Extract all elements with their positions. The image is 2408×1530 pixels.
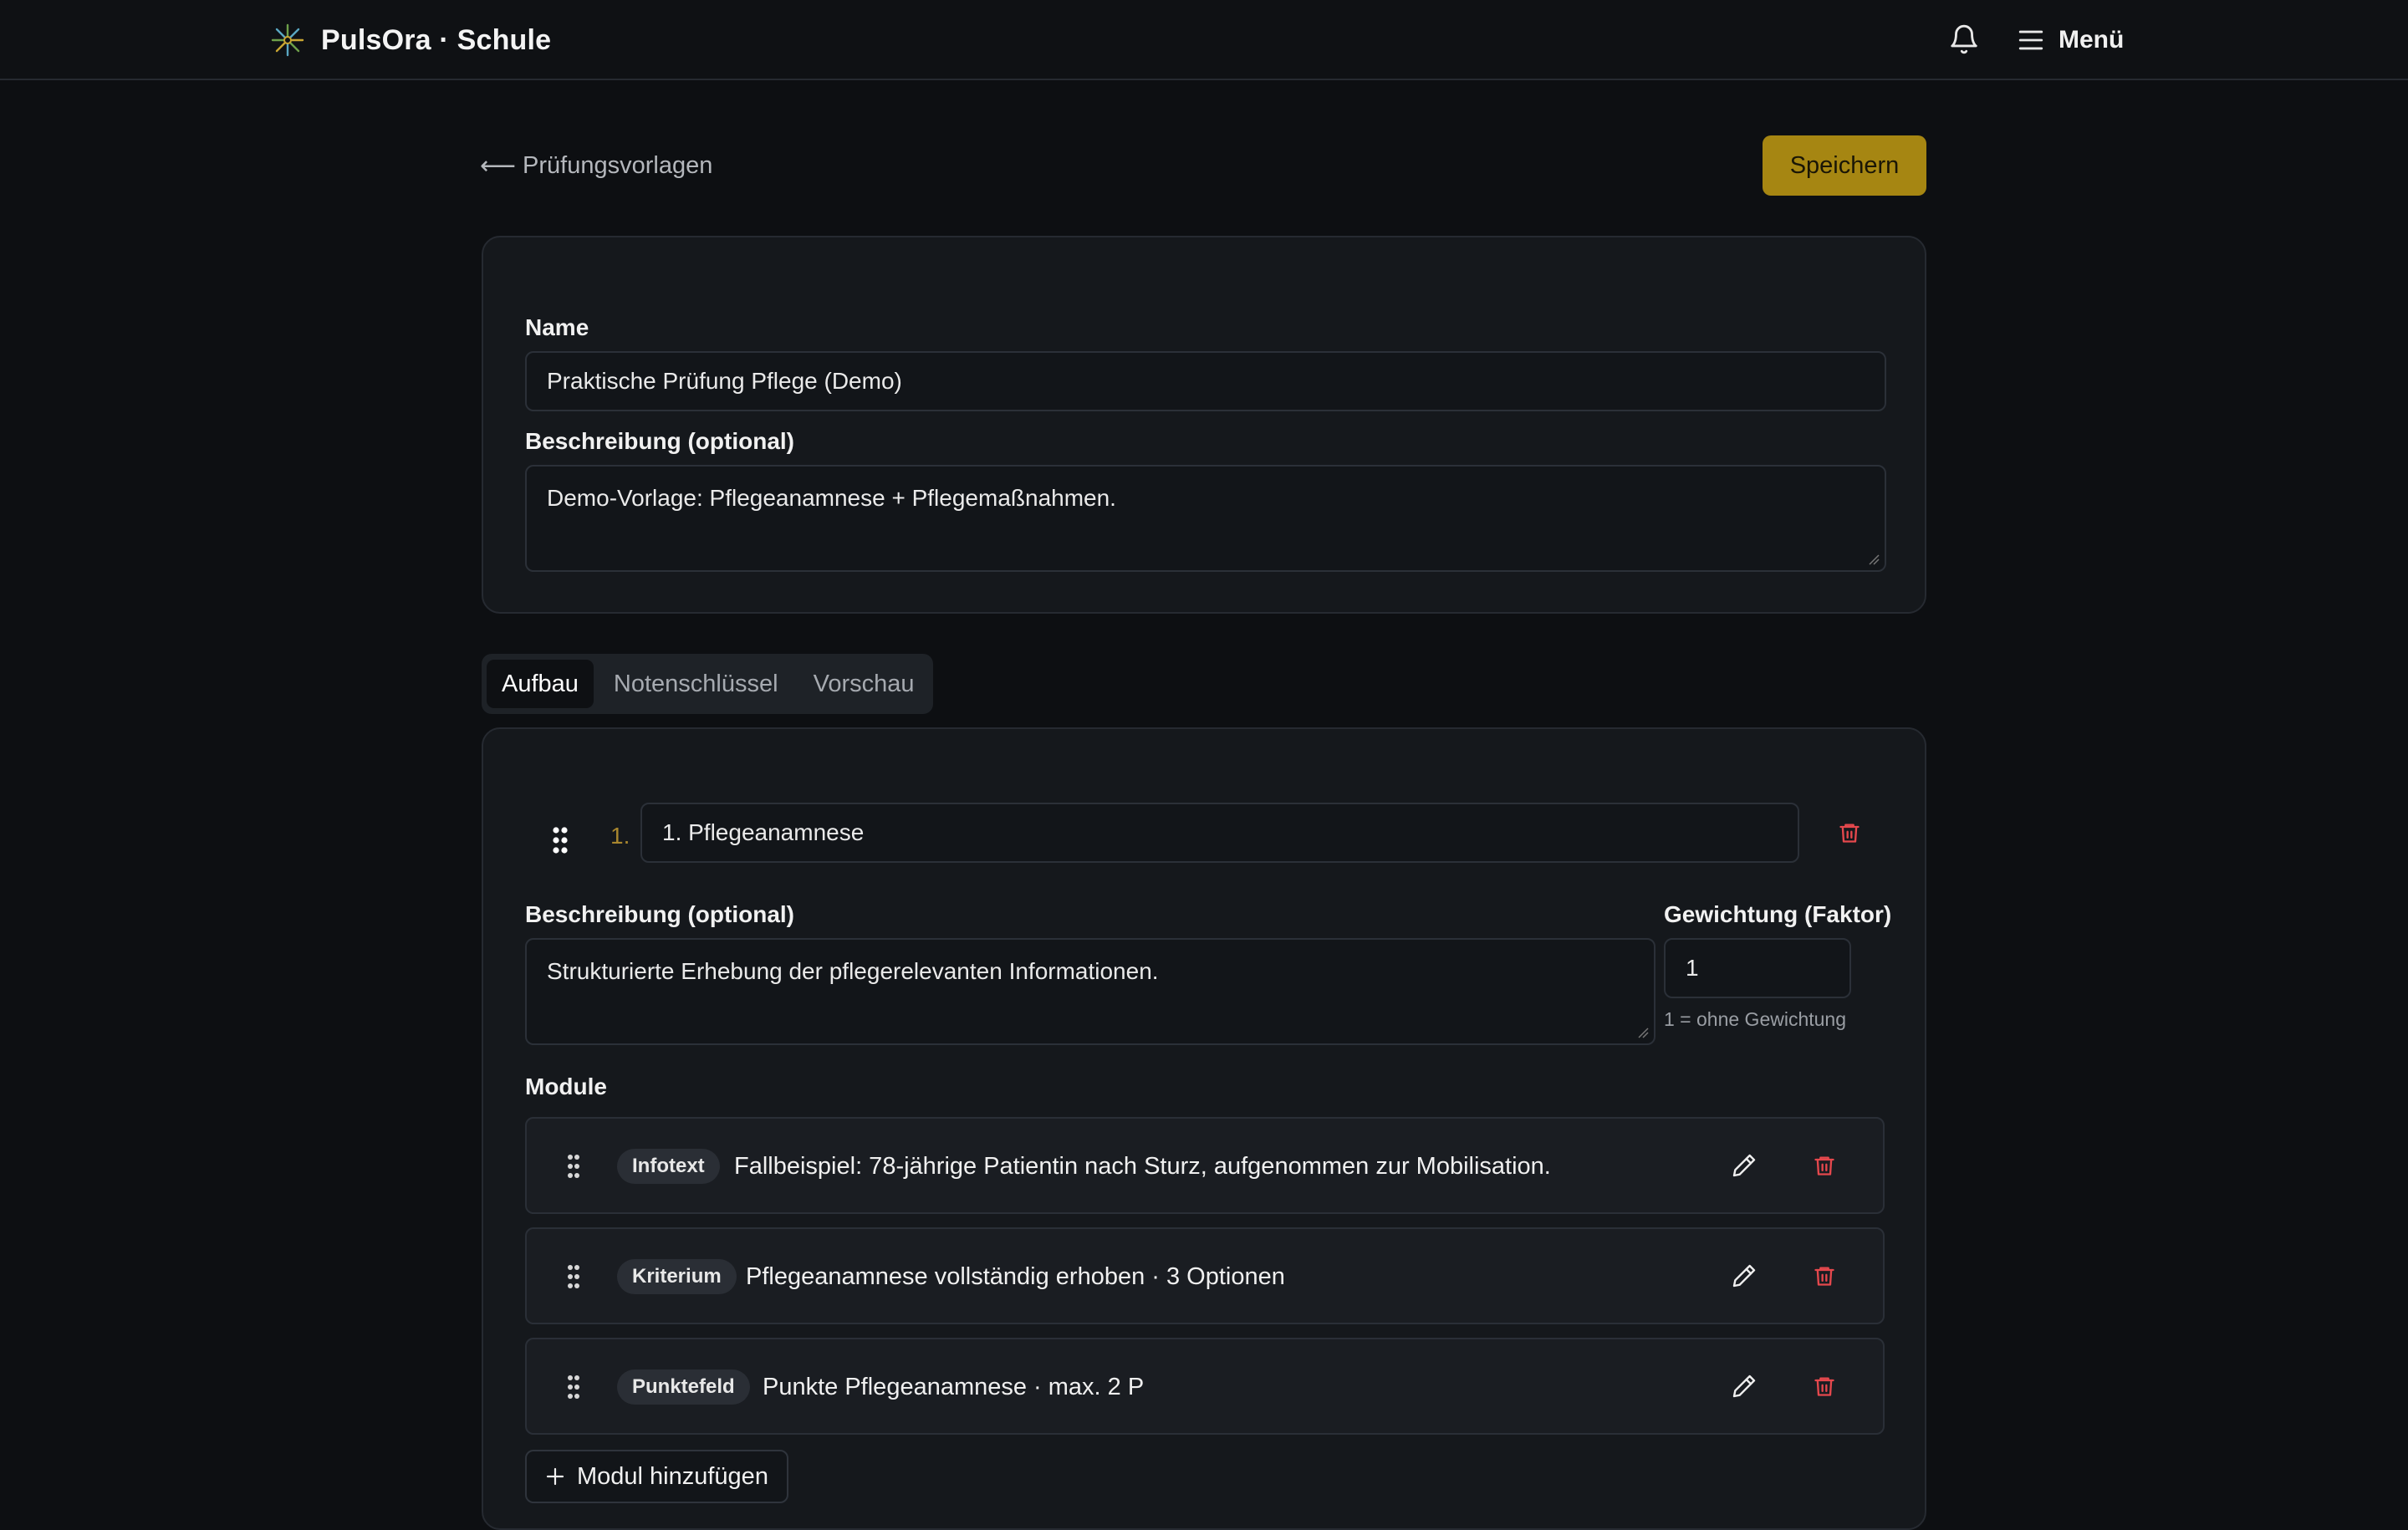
module-type-badge: Punktefeld: [617, 1369, 750, 1405]
tab-notenschluessel[interactable]: Notenschlüssel: [599, 660, 793, 708]
trash-icon: [1814, 1156, 1834, 1176]
trash-icon: [1839, 824, 1860, 843]
name-input[interactable]: Praktische Prüfung Pflege (Demo): [525, 351, 1886, 411]
menu-label: Menü: [2059, 26, 2125, 54]
weight-hint: 1 = ohne Gewichtung: [1664, 1008, 1847, 1030]
module-drag-handle-icon[interactable]: [567, 1374, 580, 1400]
edit-module-button[interactable]: [1724, 1366, 1764, 1406]
add-module-label: Modul hinzufügen: [577, 1462, 768, 1490]
pencil-icon: [1732, 1264, 1756, 1288]
section-title-value: 1. Pflegeanamnese: [662, 819, 865, 845]
delete-module-button[interactable]: [1804, 1145, 1844, 1186]
delete-module-button[interactable]: [1804, 1366, 1844, 1406]
edit-module-button[interactable]: [1724, 1256, 1764, 1296]
weight-label: Gewichtung (Faktor): [1664, 901, 1892, 927]
weight-input[interactable]: 1: [1664, 938, 1851, 998]
resize-grip-icon[interactable]: [1637, 1027, 1649, 1038]
delete-section-button[interactable]: [1829, 813, 1870, 853]
modules-label: Module: [525, 1074, 607, 1099]
name-input-value: Praktische Prüfung Pflege (Demo): [547, 368, 902, 394]
description-label: Beschreibung (optional): [525, 428, 794, 454]
trash-icon: [1814, 1267, 1834, 1286]
menu-button[interactable]: Menü: [2017, 20, 2124, 60]
section-number: 1.: [610, 823, 630, 849]
description-textarea-value: Demo-Vorlage: Pflegeanamnese + Pflegemaß…: [547, 485, 1116, 511]
module-text: Fallbeispiel: 78-jährige Patientin nach …: [734, 1152, 1551, 1180]
template-details-card: Name Praktische Prüfung Pflege (Demo) Be…: [482, 236, 1926, 614]
module-text: Pflegeanamnese vollständig erhoben · 3 O…: [746, 1262, 1285, 1290]
brand[interactable]: PulsOra · Schule: [269, 20, 551, 60]
resize-grip-icon[interactable]: [1868, 553, 1880, 565]
section-description-value: Strukturierte Erhebung der pflegerelevan…: [547, 958, 1159, 984]
brand-logo-icon: [271, 23, 304, 57]
tab-aufbau[interactable]: Aufbau: [487, 660, 594, 708]
pencil-icon: [1732, 1154, 1756, 1177]
save-button[interactable]: Speichern: [1763, 135, 1926, 196]
weight-input-value: 1: [1686, 955, 1699, 981]
edit-module-button[interactable]: [1724, 1145, 1764, 1186]
description-textarea[interactable]: Demo-Vorlage: Pflegeanamnese + Pflegemaß…: [525, 465, 1886, 572]
module-row: Kriterium Pflegeanamnese vollständig erh…: [525, 1227, 1885, 1324]
module-row: Infotext Fallbeispiel: 78-jährige Patien…: [525, 1117, 1885, 1214]
back-link-label: Prüfungsvorlagen: [523, 151, 713, 179]
module-type-badge: Infotext: [617, 1149, 720, 1184]
arrow-left-icon: ⟵: [480, 151, 517, 180]
tab-vorschau[interactable]: Vorschau: [798, 660, 930, 708]
module-type-badge: Kriterium: [617, 1259, 737, 1294]
module-row: Punktefeld Punkte Pflegeanamnese · max. …: [525, 1338, 1885, 1435]
section-drag-handle-icon[interactable]: [552, 826, 569, 854]
trash-icon: [1814, 1377, 1834, 1396]
top-navigation: PulsOra · Schule Menü: [0, 0, 2408, 80]
brand-name: PulsOra · Schule: [321, 23, 552, 56]
hamburger-menu-icon: [2018, 30, 2043, 50]
module-text: Punkte Pflegeanamnese · max. 2 P: [763, 1373, 1145, 1400]
tab-bar: Aufbau Notenschlüssel Vorschau: [482, 654, 933, 714]
plus-icon: [546, 1467, 564, 1486]
section-title-input[interactable]: 1. Pflegeanamnese: [640, 803, 1799, 863]
delete-module-button[interactable]: [1804, 1256, 1844, 1296]
pencil-icon: [1732, 1374, 1756, 1398]
section-description-textarea[interactable]: Strukturierte Erhebung der pflegerelevan…: [525, 938, 1656, 1045]
add-module-button[interactable]: Modul hinzufügen: [525, 1450, 788, 1503]
notifications-button[interactable]: [1945, 20, 1983, 59]
bell-icon: [1951, 24, 1977, 54]
back-link[interactable]: ⟵ Prüfungsvorlagen: [480, 149, 712, 182]
structure-card: 1. 1. Pflegeanamnese Beschreibung (optio…: [482, 727, 1926, 1530]
section-description-label: Beschreibung (optional): [525, 901, 794, 927]
name-label: Name: [525, 314, 589, 340]
module-drag-handle-icon[interactable]: [567, 1264, 580, 1289]
module-drag-handle-icon[interactable]: [567, 1154, 580, 1179]
